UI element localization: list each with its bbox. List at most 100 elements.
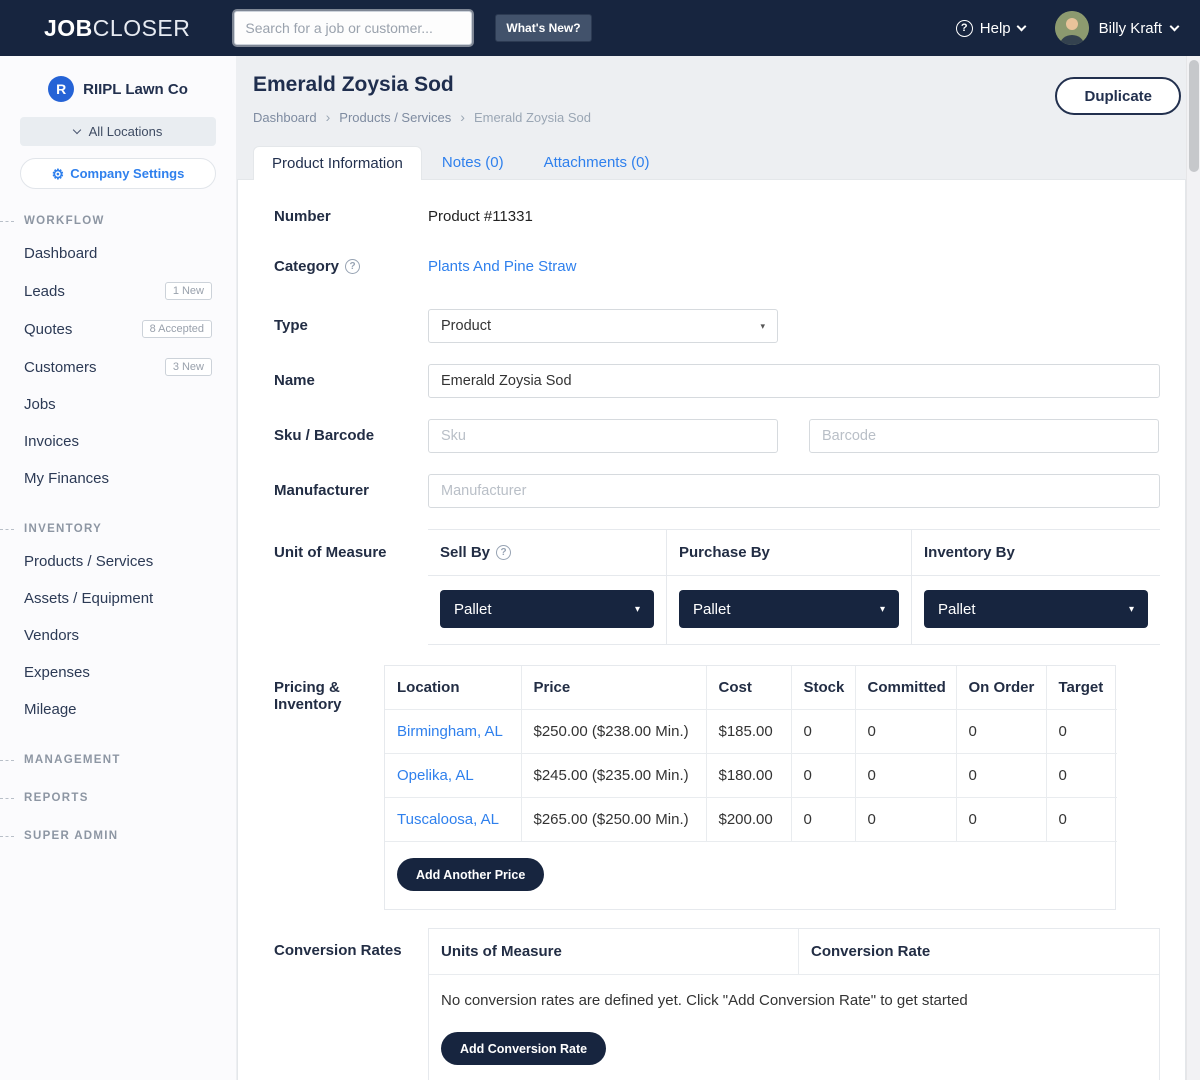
pricing-inventory-label: Pricing & Inventory (274, 665, 384, 713)
company-settings-button[interactable]: ⚙ Company Settings (20, 158, 216, 189)
sidebar-item-invoices[interactable]: Invoices (0, 423, 236, 460)
name-input[interactable] (428, 364, 1160, 398)
name-row: Name (274, 364, 1158, 398)
sidebar-item-quotes[interactable]: Quotes 8 Accepted (0, 310, 236, 348)
number-row: Number Product #11331 (274, 208, 1158, 225)
user-menu[interactable]: Billy Kraft (1099, 20, 1178, 37)
breadcrumb-products-services[interactable]: Products / Services (339, 110, 451, 125)
sidebar-item-label: Assets / Equipment (24, 590, 153, 607)
caret-down-icon: ▾ (635, 604, 640, 615)
sidebar-item-customers[interactable]: Customers 3 New (0, 348, 236, 386)
sidebar-nav: WORKFLOW Dashboard Leads 1 New Quotes 8 … (0, 215, 236, 842)
manufacturer-input[interactable] (428, 474, 1160, 508)
purchase-by-select[interactable]: Pallet ▾ (679, 590, 899, 628)
target-cell: 0 (1046, 798, 1117, 842)
sidebar-item-label: Mileage (24, 701, 77, 718)
sidebar-item-my-finances[interactable]: My Finances (0, 460, 236, 497)
scrollbar-thumb[interactable] (1189, 60, 1199, 172)
logo-text-light: CLOSER (93, 15, 191, 41)
type-select[interactable]: Product ▾ (428, 309, 778, 343)
category-link[interactable]: Plants And Pine Straw (428, 258, 576, 275)
sidebar-item-label: Jobs (24, 396, 56, 413)
on-order-cell: 0 (956, 754, 1046, 798)
nav-heading-inventory: INVENTORY (0, 523, 236, 535)
status-badge: 3 New (165, 358, 212, 376)
breadcrumb-dashboard[interactable]: Dashboard (253, 110, 317, 125)
sidebar-item-label: Vendors (24, 627, 79, 644)
conversion-empty-state: No conversion rates are defined yet. Cli… (429, 975, 1159, 1026)
inventory-by-select[interactable]: Pallet ▾ (924, 590, 1148, 628)
column-header: Location (385, 666, 521, 710)
avatar[interactable] (1055, 11, 1089, 45)
chevron-right-icon: › (460, 109, 465, 125)
add-conversion-rate-button[interactable]: Add Conversion Rate (441, 1032, 606, 1065)
nav-heading-super-admin[interactable]: SUPER ADMIN (0, 830, 236, 842)
conversion-header-row: Units of Measure Conversion Rate (429, 929, 1159, 975)
sku-input[interactable] (428, 419, 778, 453)
purchase-by-column: Purchase By Pallet ▾ (666, 530, 911, 644)
breadcrumb-current: Emerald Zoysia Sod (474, 110, 591, 125)
help-menu[interactable]: ? Help (956, 20, 1025, 37)
sidebar-item-expenses[interactable]: Expenses (0, 654, 236, 691)
vertical-scrollbar[interactable] (1186, 56, 1200, 1080)
locations-dropdown[interactable]: All Locations (20, 117, 216, 146)
sell-by-select[interactable]: Pallet ▾ (440, 590, 654, 628)
sidebar-item-mileage[interactable]: Mileage (0, 691, 236, 728)
nav-heading-reports[interactable]: REPORTS (0, 792, 236, 804)
sidebar-item-vendors[interactable]: Vendors (0, 617, 236, 654)
on-order-cell: 0 (956, 710, 1046, 754)
location-link[interactable]: Opelika, AL (397, 767, 474, 784)
tab-attachments[interactable]: Attachments (0) (524, 146, 670, 179)
add-another-price-button[interactable]: Add Another Price (397, 858, 544, 891)
pricing-header-row: Location Price Cost Stock Committed On O… (385, 666, 1117, 710)
whats-new-button[interactable]: What's New? (495, 14, 591, 42)
sidebar-item-jobs[interactable]: Jobs (0, 386, 236, 423)
table-row: Opelika, AL $245.00 ($235.00 Min.) $180.… (385, 754, 1117, 798)
conversion-rates-label: Conversion Rates (274, 928, 428, 959)
main-content: Emerald Zoysia Sod Dashboard › Products … (236, 56, 1200, 1080)
column-header: Stock (791, 666, 855, 710)
search-input[interactable] (234, 11, 472, 45)
company-header: R RIIPL Lawn Co (0, 56, 236, 102)
barcode-input[interactable] (809, 419, 1159, 453)
type-label: Type (274, 309, 428, 334)
help-icon[interactable]: ? (496, 545, 511, 560)
type-select-value: Product (441, 318, 491, 334)
price-cell: $265.00 ($250.00 Min.) (521, 798, 706, 842)
category-label: Category ? (274, 258, 428, 275)
sidebar-item-dashboard[interactable]: Dashboard (0, 235, 236, 272)
type-row: Type Product ▾ (274, 309, 1158, 343)
tab-product-information[interactable]: Product Information (253, 146, 422, 180)
app-logo[interactable]: JOBCLOSER (44, 15, 190, 42)
location-link[interactable]: Birmingham, AL (397, 723, 503, 740)
tab-notes[interactable]: Notes (0) (422, 146, 524, 179)
name-label: Name (274, 364, 428, 389)
table-row: Tuscaloosa, AL $265.00 ($250.00 Min.) $2… (385, 798, 1117, 842)
column-header: Cost (706, 666, 791, 710)
target-cell: 0 (1046, 710, 1117, 754)
conversion-rates-row: Conversion Rates Units of Measure Conver… (274, 928, 1158, 1080)
sidebar-item-products-services[interactable]: Products / Services (0, 543, 236, 580)
sell-by-column: Sell By ? Pallet ▾ (428, 530, 666, 644)
cost-cell: $180.00 (706, 754, 791, 798)
column-header: Committed (855, 666, 956, 710)
duplicate-button[interactable]: Duplicate (1055, 77, 1181, 115)
status-badge: 8 Accepted (142, 320, 212, 338)
target-cell: 0 (1046, 754, 1117, 798)
conversion-panel: Units of Measure Conversion Rate No conv… (428, 928, 1160, 1080)
sku-barcode-row: Sku / Barcode (274, 419, 1158, 453)
nav-heading-management[interactable]: MANAGEMENT (0, 754, 236, 766)
sell-by-heading: Sell By ? (428, 530, 666, 576)
sidebar-item-label: Leads (24, 283, 65, 300)
status-badge: 1 New (165, 282, 212, 300)
sidebar-item-assets-equipment[interactable]: Assets / Equipment (0, 580, 236, 617)
sidebar-item-leads[interactable]: Leads 1 New (0, 272, 236, 310)
location-link[interactable]: Tuscaloosa, AL (397, 811, 499, 828)
help-label: Help (980, 20, 1011, 37)
logo-text-bold: JOB (44, 15, 93, 41)
unit-of-measure-label: Unit of Measure (274, 529, 428, 561)
unit-of-measure-panel: Sell By ? Pallet ▾ (428, 529, 1160, 645)
chevron-right-icon: › (326, 109, 331, 125)
help-icon[interactable]: ? (345, 259, 360, 274)
price-cell: $245.00 ($235.00 Min.) (521, 754, 706, 798)
